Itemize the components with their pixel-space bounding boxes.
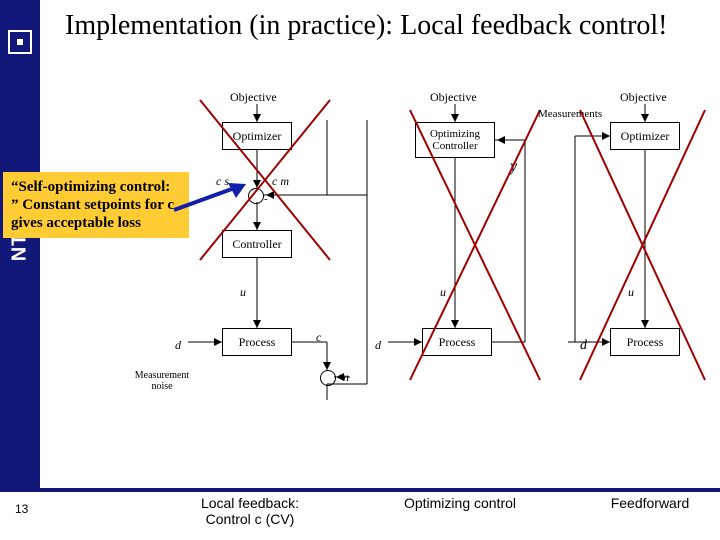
ntnu-logo-icon <box>8 30 32 54</box>
footer-bar <box>0 488 720 492</box>
callout-self-optimizing: “Self-optimizing control: ” Constant set… <box>3 172 189 238</box>
caption-col3: Feedforward <box>590 495 710 511</box>
caption-col1: Local feedback: Control c (CV) <box>170 495 330 527</box>
caption-col2: Optimizing control <box>380 495 540 511</box>
slide-title: Implementation (in practice): Local feed… <box>65 8 710 43</box>
page-number: 13 <box>15 502 28 516</box>
cross-out-3 <box>575 100 715 390</box>
arrow-callout-icon <box>170 180 260 220</box>
diagram-stage: Objective Optimizer c s c m - Controller… <box>20 80 720 490</box>
